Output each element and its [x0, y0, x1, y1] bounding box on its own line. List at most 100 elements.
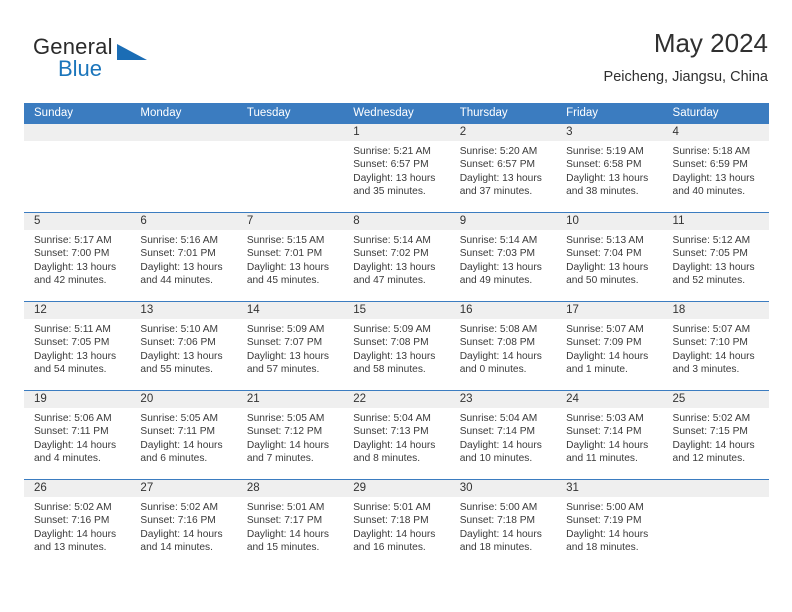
sunset-text: Sunset: 6:59 PM	[672, 159, 748, 171]
weekday-header-saturday: Saturday	[672, 107, 719, 119]
day-cell[interactable]: 29 Sunrise: 5:01 AM Sunset: 7:18 PM Dayl…	[343, 480, 450, 568]
day-cell[interactable]: 15 Sunrise: 5:09 AM Sunset: 7:08 PM Dayl…	[343, 302, 450, 390]
page-title: May 2024	[653, 28, 768, 58]
daylight-text-line2: and 18 minutes.	[459, 541, 533, 553]
daylight-text-line2: and 1 minute.	[566, 363, 628, 375]
daylight-text-line2: and 7 minutes.	[246, 452, 314, 464]
sunrise-text: Sunrise: 5:01 AM	[353, 502, 431, 513]
daylight-text-line1: Daylight: 14 hours	[566, 439, 649, 451]
daylight-text-line2: and 13 minutes.	[34, 541, 107, 553]
day-cell[interactable]: 13 Sunrise: 5:10 AM Sunset: 7:06 PM Dayl…	[130, 302, 237, 390]
day-details: Sunrise: 5:16 AM Sunset: 7:01 PM Dayligh…	[130, 230, 236, 287]
day-cell[interactable]: 8 Sunrise: 5:14 AM Sunset: 7:02 PM Dayli…	[343, 213, 450, 301]
daylight-text-line1: Daylight: 14 hours	[140, 528, 223, 540]
day-details: Sunrise: 5:04 AM Sunset: 7:14 PM Dayligh…	[450, 408, 556, 465]
sunset-text: Sunset: 7:16 PM	[34, 515, 110, 527]
sunrise-text: Sunrise: 5:06 AM	[34, 413, 112, 424]
daylight-text-line1: Daylight: 14 hours	[459, 439, 542, 451]
sunrise-text: Sunrise: 5:03 AM	[566, 413, 644, 424]
sunset-text: Sunset: 7:08 PM	[459, 337, 536, 349]
daylight-text-line2: and 8 minutes.	[353, 452, 421, 464]
day-cell[interactable]: 2 Sunrise: 5:20 AM Sunset: 6:57 PM Dayli…	[449, 124, 557, 212]
sunrise-text: Sunrise: 5:00 AM	[459, 502, 538, 513]
day-number: 10	[556, 213, 663, 230]
day-cell[interactable]: 5 Sunrise: 5:17 AM Sunset: 7:00 PM Dayli…	[24, 213, 131, 301]
sunset-text: Sunset: 7:09 PM	[566, 337, 642, 349]
day-number: 5	[24, 213, 131, 230]
day-cell[interactable]: 16 Sunrise: 5:08 AM Sunset: 7:08 PM Dayl…	[449, 302, 557, 390]
day-cell[interactable]: 26 Sunrise: 5:02 AM Sunset: 7:16 PM Dayl…	[24, 480, 131, 568]
daylight-text-line1: Daylight: 14 hours	[353, 439, 436, 451]
sunrise-text: Sunrise: 5:14 AM	[459, 235, 538, 246]
day-number: 6	[130, 213, 237, 230]
daylight-text-line2: and 14 minutes.	[140, 541, 213, 553]
day-number: 27	[130, 480, 237, 497]
sunset-text: Sunset: 7:08 PM	[353, 337, 429, 349]
day-cell[interactable]: 28 Sunrise: 5:01 AM Sunset: 7:17 PM Dayl…	[236, 480, 344, 568]
day-cell[interactable]: 19 Sunrise: 5:06 AM Sunset: 7:11 PM Dayl…	[24, 391, 131, 479]
day-details: Sunrise: 5:14 AM Sunset: 7:02 PM Dayligh…	[343, 230, 449, 287]
sunset-text: Sunset: 7:15 PM	[672, 426, 748, 438]
sunrise-text: Sunrise: 5:15 AM	[246, 235, 325, 246]
week-row: 5 Sunrise: 5:17 AM Sunset: 7:00 PM Dayli…	[24, 212, 769, 301]
day-cell[interactable]: 22 Sunrise: 5:04 AM Sunset: 7:13 PM Dayl…	[343, 391, 450, 479]
daylight-text-line1: Daylight: 13 hours	[246, 350, 329, 362]
sunset-text: Sunset: 6:57 PM	[353, 159, 429, 171]
day-details: Sunrise: 5:09 AM Sunset: 7:08 PM Dayligh…	[343, 319, 449, 376]
daylight-text-line1: Daylight: 14 hours	[34, 528, 117, 540]
day-cell[interactable]: 27 Sunrise: 5:02 AM Sunset: 7:16 PM Dayl…	[130, 480, 237, 568]
day-cell[interactable]: 9 Sunrise: 5:14 AM Sunset: 7:03 PM Dayli…	[449, 213, 557, 301]
general-blue-logo[interactable]: General Blue	[33, 34, 213, 92]
logo-text-blue: Blue	[58, 56, 103, 81]
sunset-text: Sunset: 7:06 PM	[140, 337, 216, 349]
daylight-text-line1: Daylight: 13 hours	[459, 172, 542, 184]
sunrise-text: Sunrise: 5:12 AM	[672, 235, 751, 246]
day-cell[interactable]: 1 Sunrise: 5:21 AM Sunset: 6:57 PM Dayli…	[343, 124, 450, 212]
day-number	[662, 480, 769, 497]
day-cell[interactable]: 30 Sunrise: 5:00 AM Sunset: 7:18 PM Dayl…	[449, 480, 557, 568]
day-number: 24	[556, 391, 663, 408]
day-cell[interactable]: 24 Sunrise: 5:03 AM Sunset: 7:14 PM Dayl…	[556, 391, 663, 479]
day-cell[interactable]: 17 Sunrise: 5:07 AM Sunset: 7:09 PM Dayl…	[556, 302, 663, 390]
day-details: Sunrise: 5:10 AM Sunset: 7:06 PM Dayligh…	[130, 319, 236, 376]
day-cell[interactable]: 18 Sunrise: 5:07 AM Sunset: 7:10 PM Dayl…	[662, 302, 769, 390]
day-details: Sunrise: 5:01 AM Sunset: 7:18 PM Dayligh…	[343, 497, 449, 554]
day-cell[interactable]: 3 Sunrise: 5:19 AM Sunset: 6:58 PM Dayli…	[556, 124, 663, 212]
daylight-text-line2: and 18 minutes.	[566, 541, 639, 553]
day-cell[interactable]: 10 Sunrise: 5:13 AM Sunset: 7:04 PM Dayl…	[556, 213, 663, 301]
day-number: 11	[662, 213, 769, 230]
day-cell[interactable]: 11 Sunrise: 5:12 AM Sunset: 7:05 PM Dayl…	[662, 213, 769, 301]
daylight-text-line2: and 37 minutes.	[459, 185, 533, 197]
day-cell[interactable]: 4 Sunrise: 5:18 AM Sunset: 6:59 PM Dayli…	[662, 124, 769, 212]
day-cell[interactable]: 12 Sunrise: 5:11 AM Sunset: 7:05 PM Dayl…	[24, 302, 131, 390]
day-cell[interactable]: 14 Sunrise: 5:09 AM Sunset: 7:07 PM Dayl…	[236, 302, 344, 390]
week-row: 1 Sunrise: 5:21 AM Sunset: 6:57 PM Dayli…	[24, 124, 769, 212]
day-number: 21	[236, 391, 344, 408]
daylight-text-line1: Daylight: 13 hours	[140, 350, 223, 362]
daylight-text-line2: and 16 minutes.	[353, 541, 426, 553]
day-cell[interactable]: 31 Sunrise: 5:00 AM Sunset: 7:19 PM Dayl…	[556, 480, 663, 568]
daylight-text-line1: Daylight: 14 hours	[140, 439, 223, 451]
sunset-text: Sunset: 7:01 PM	[246, 248, 323, 260]
sunset-text: Sunset: 6:58 PM	[566, 159, 642, 171]
day-cell[interactable]: 7 Sunrise: 5:15 AM Sunset: 7:01 PM Dayli…	[236, 213, 344, 301]
sunset-text: Sunset: 7:13 PM	[353, 426, 429, 438]
daylight-text-line1: Daylight: 14 hours	[566, 350, 649, 362]
day-number: 9	[449, 213, 557, 230]
weekday-header-sunday: Sunday	[34, 107, 74, 119]
day-number: 3	[556, 124, 663, 141]
day-details: Sunrise: 5:04 AM Sunset: 7:13 PM Dayligh…	[343, 408, 449, 465]
sunset-text: Sunset: 7:18 PM	[459, 515, 536, 527]
day-cell[interactable]: 20 Sunrise: 5:05 AM Sunset: 7:11 PM Dayl…	[130, 391, 237, 479]
sunset-text: Sunset: 6:57 PM	[459, 159, 536, 171]
day-cell[interactable]: 23 Sunrise: 5:04 AM Sunset: 7:14 PM Dayl…	[449, 391, 557, 479]
sunset-text: Sunset: 7:07 PM	[246, 337, 323, 349]
day-cell[interactable]: 21 Sunrise: 5:05 AM Sunset: 7:12 PM Dayl…	[236, 391, 344, 479]
sunrise-text: Sunrise: 5:10 AM	[140, 324, 219, 335]
sunset-text: Sunset: 7:16 PM	[140, 515, 216, 527]
daylight-text-line1: Daylight: 14 hours	[34, 439, 117, 451]
sunset-text: Sunset: 7:02 PM	[353, 248, 429, 260]
day-cell[interactable]: 25 Sunrise: 5:02 AM Sunset: 7:15 PM Dayl…	[662, 391, 769, 479]
day-cell[interactable]: 6 Sunrise: 5:16 AM Sunset: 7:01 PM Dayli…	[130, 213, 237, 301]
day-details: Sunrise: 5:01 AM Sunset: 7:17 PM Dayligh…	[237, 497, 343, 554]
